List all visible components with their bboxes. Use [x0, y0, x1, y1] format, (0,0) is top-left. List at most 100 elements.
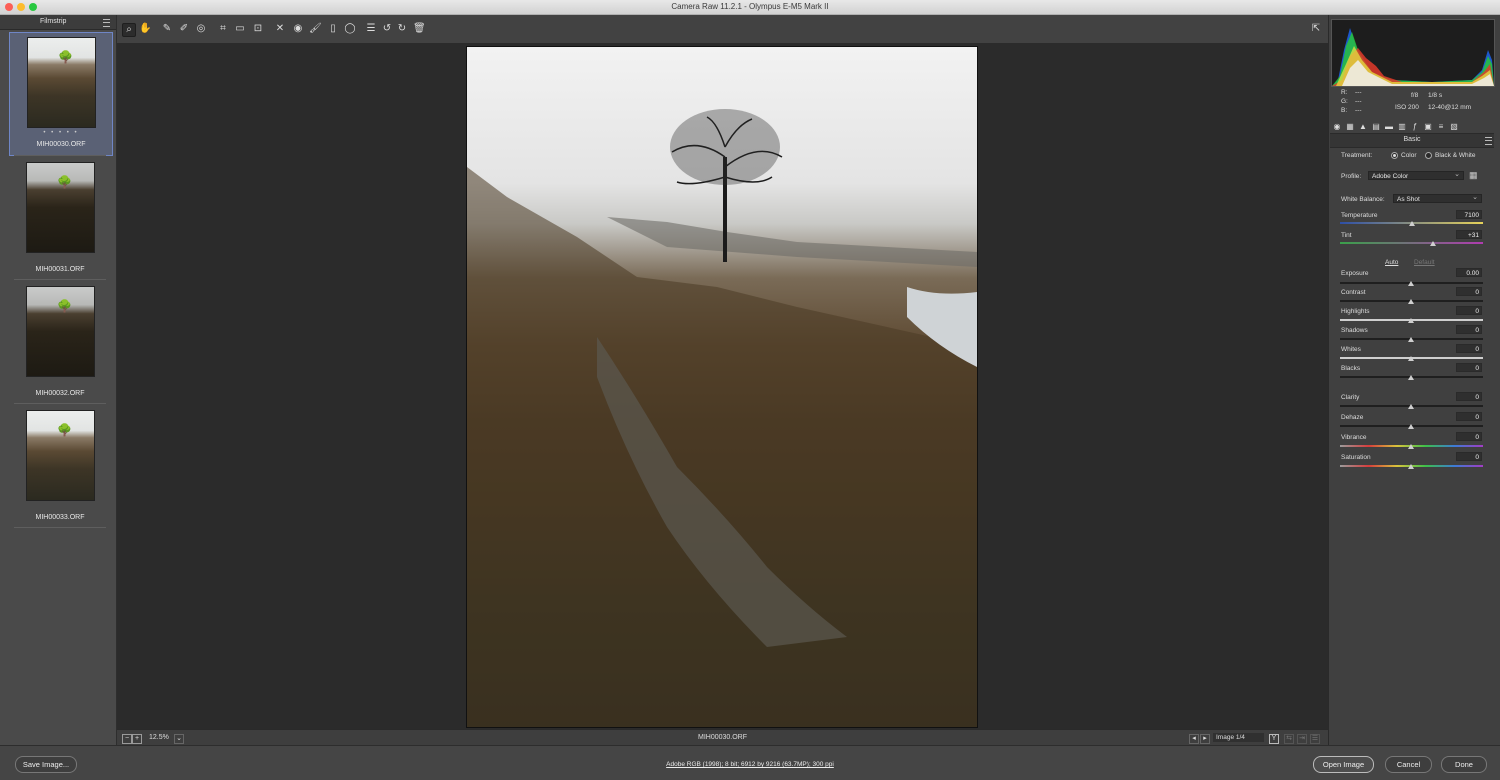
whites-slider-handle[interactable]: [1408, 356, 1414, 361]
color-sampler-tool-icon[interactable]: ✐: [178, 23, 190, 35]
vibrance-slider-handle[interactable]: [1408, 444, 1414, 449]
saturation-value[interactable]: 0: [1456, 452, 1482, 461]
presets-icon[interactable]: ≡: [1436, 122, 1446, 132]
exposure-slider-handle[interactable]: [1408, 281, 1414, 286]
tint-slider[interactable]: [1340, 242, 1483, 244]
previous-image-button[interactable]: ◂: [1189, 734, 1199, 744]
divider: [14, 527, 106, 528]
hsl-icon[interactable]: ▤: [1371, 122, 1381, 132]
contrast-slider-handle[interactable]: [1408, 299, 1414, 304]
zoom-tool-icon[interactable]: ⌕: [122, 23, 136, 37]
lens-focal-length: 12-40@12 mm: [1428, 104, 1472, 111]
blacks-value[interactable]: 0: [1456, 363, 1482, 372]
red-eye-tool-icon[interactable]: ◉: [292, 23, 304, 35]
saturation-slider-handle[interactable]: [1408, 464, 1414, 469]
dehaze-value[interactable]: 0: [1456, 412, 1482, 421]
basic-panel-icon[interactable]: ◉: [1332, 122, 1342, 132]
workflow-options-link[interactable]: Adobe RGB (1998); 8 bit; 6912 by 9216 (6…: [0, 761, 1500, 768]
radial-filter-icon[interactable]: ◯: [344, 23, 356, 35]
highlights-value[interactable]: 0: [1456, 306, 1482, 315]
fullscreen-icon[interactable]: ⇱: [1310, 23, 1322, 35]
whites-value[interactable]: 0: [1456, 344, 1482, 353]
basic-panel-header: Basic: [1330, 133, 1494, 148]
tint-slider-handle[interactable]: [1430, 241, 1436, 246]
filmstrip-item[interactable]: 🌳 • • • • • MIH00030.ORF: [9, 32, 113, 156]
dehaze-slider-handle[interactable]: [1408, 424, 1414, 429]
thumbnail-name: MIH00031.ORF: [35, 266, 85, 273]
spot-removal-tool-icon[interactable]: ✕: [274, 23, 286, 35]
straighten-tool-icon[interactable]: ▭: [234, 23, 246, 35]
rating-stars[interactable]: • • • • •: [10, 130, 112, 136]
whites-label: Whites: [1341, 346, 1361, 353]
done-button[interactable]: Done: [1441, 756, 1487, 773]
thumbnail-name: MIH00030.ORF: [36, 141, 86, 148]
rotate-right-icon[interactable]: ↻: [396, 23, 408, 35]
graduated-filter-icon[interactable]: ▯: [327, 23, 339, 35]
contrast-value[interactable]: 0: [1456, 287, 1482, 296]
effects-fx-icon[interactable]: ƒ: [1410, 122, 1420, 132]
next-image-button[interactable]: ▸: [1200, 734, 1210, 744]
white-balance-tool-icon[interactable]: ✎: [161, 23, 173, 35]
clarity-slider-handle[interactable]: [1408, 404, 1414, 409]
filmstrip-item[interactable]: 🌳 MIH00032.ORF: [9, 282, 111, 404]
copy-settings-icon[interactable]: ⇥: [1297, 734, 1307, 744]
toggle-view-icon[interactable]: ☰: [1310, 734, 1320, 744]
thumbnail-name: MIH00032.ORF: [35, 390, 85, 397]
panel-menu-icon[interactable]: [1485, 137, 1492, 145]
transform-tool-icon[interactable]: ⊡: [252, 23, 264, 35]
filmstrip-item[interactable]: 🌳 MIH00033.ORF: [9, 406, 111, 528]
vibrance-value[interactable]: 0: [1456, 432, 1482, 441]
default-button[interactable]: Default: [1414, 259, 1435, 266]
divider: [14, 155, 106, 156]
shadows-value[interactable]: 0: [1456, 325, 1482, 334]
tint-value[interactable]: +31: [1456, 230, 1482, 239]
filmstrip-item[interactable]: 🌳 MIH00031.ORF: [9, 158, 111, 280]
filmstrip-header: Filmstrip: [0, 15, 116, 30]
open-image-button[interactable]: Open Image: [1313, 756, 1374, 773]
filmstrip-panel: Filmstrip 🌳 • • • • • MIH00030.ORF 🌳 MIH…: [0, 15, 117, 745]
basic-panel-title: Basic: [1403, 136, 1421, 143]
detail-icon[interactable]: ▲: [1358, 122, 1368, 132]
clarity-value[interactable]: 0: [1456, 392, 1482, 401]
thumbnail-image: 🌳: [27, 37, 96, 128]
lens-corrections-icon[interactable]: ▥: [1397, 122, 1407, 132]
snapshots-icon[interactable]: ▧: [1449, 122, 1459, 132]
temperature-value[interactable]: 7100: [1456, 210, 1482, 219]
profile-dropdown[interactable]: Adobe Color: [1368, 170, 1464, 180]
b-value: ---: [1355, 107, 1362, 114]
auto-button[interactable]: Auto: [1385, 259, 1398, 266]
crop-tool-icon[interactable]: ⌗: [217, 23, 229, 35]
exposure-label: Exposure: [1341, 270, 1369, 277]
targeted-adjustment-tool-icon[interactable]: ◎: [195, 23, 207, 35]
trash-icon[interactable]: 🗑: [413, 23, 426, 35]
temperature-slider-handle[interactable]: [1409, 221, 1415, 226]
color-radio-label: Color: [1401, 152, 1417, 159]
black-white-radio[interactable]: [1425, 152, 1432, 159]
saturation-label: Saturation: [1341, 454, 1371, 461]
color-radio[interactable]: [1391, 152, 1398, 159]
filmstrip-menu-icon[interactable]: [103, 19, 110, 27]
exposure-value[interactable]: 0.00: [1456, 268, 1482, 277]
preferences-icon[interactable]: ☰: [365, 23, 377, 35]
before-after-icon[interactable]: Y: [1269, 734, 1279, 744]
shadows-label: Shadows: [1341, 327, 1368, 334]
shutter-speed: 1/8 s: [1428, 92, 1443, 99]
highlights-slider-handle[interactable]: [1408, 318, 1414, 323]
shadows-slider-handle[interactable]: [1408, 337, 1414, 342]
highlights-label: Highlights: [1341, 308, 1370, 315]
rotate-left-icon[interactable]: ↺: [381, 23, 393, 35]
white-balance-dropdown[interactable]: As Shot: [1393, 193, 1482, 203]
histogram: [1331, 19, 1495, 87]
thumbnail-image: 🌳: [26, 286, 95, 377]
split-toning-icon[interactable]: ▬: [1384, 122, 1394, 132]
hand-tool-icon[interactable]: ✋: [139, 23, 151, 35]
preview-image[interactable]: [466, 46, 978, 728]
adjustment-brush-icon[interactable]: 🖌: [309, 23, 322, 35]
swap-icon[interactable]: ⇆: [1284, 734, 1294, 744]
profile-label: Profile:: [1341, 173, 1362, 180]
blacks-slider-handle[interactable]: [1408, 375, 1414, 380]
profile-browser-icon[interactable]: ▦: [1469, 170, 1480, 180]
tone-curve-icon[interactable]: ▦: [1345, 122, 1355, 132]
cancel-button[interactable]: Cancel: [1385, 756, 1432, 773]
calibration-icon[interactable]: ▣: [1423, 122, 1433, 132]
